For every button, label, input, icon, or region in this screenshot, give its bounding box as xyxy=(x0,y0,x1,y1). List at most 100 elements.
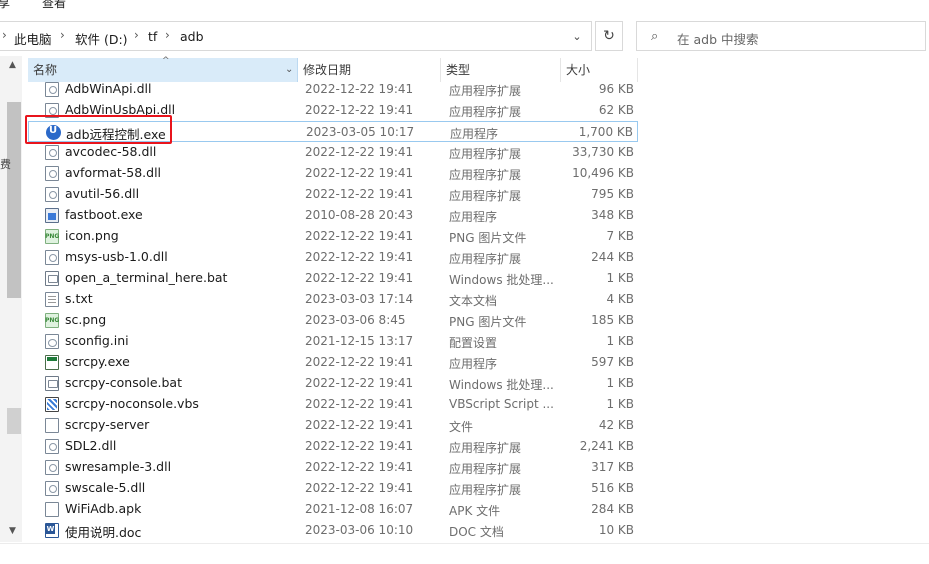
breadcrumb-separator[interactable]: › xyxy=(134,28,139,42)
file-row[interactable]: scrcpy-noconsole.vbs 2022-12-22 19:41 VBSc… xyxy=(28,394,638,415)
refresh-button[interactable]: ↻ xyxy=(595,21,623,51)
address-box[interactable]: › 此电脑 › 软件 (D:) › tf › adb ⌄ xyxy=(0,21,592,51)
file-name[interactable]: msys-usb-1.0.dll xyxy=(65,249,168,264)
file-size: 96 KB xyxy=(598,82,634,96)
file-row[interactable]: avcodec-58.dll 2022-12-22 19:41 应用程序扩展 33,7… xyxy=(28,142,638,163)
file-row[interactable]: scrcpy-server 2022-12-22 19:41 文件 42 KB xyxy=(28,415,638,436)
file-row[interactable]: swscale-5.dll 2022-12-22 19:41 应用程序扩展 516 K… xyxy=(28,478,638,499)
menu-item-view[interactable]: 查看 xyxy=(42,0,66,11)
search-placeholder: 在 adb 中搜索 xyxy=(677,32,759,47)
file-name[interactable]: fastboot.exe xyxy=(65,207,143,222)
column-header-type-label: 类型 xyxy=(446,63,471,77)
file-name[interactable]: scrcpy-console.bat xyxy=(65,375,182,390)
file-row[interactable]: s.txt 2023-03-03 17:14 文本文档 4 KB xyxy=(28,289,638,310)
file-name[interactable]: scrcpy-server xyxy=(65,417,149,432)
file-row[interactable]: open_a_terminal_here.bat 2022-12-22 19:41… xyxy=(28,268,638,289)
file-size: 10 KB xyxy=(598,523,634,537)
file-name[interactable]: scrcpy-noconsole.vbs xyxy=(65,396,199,411)
file-row[interactable]: fastboot.exe 2010-08-28 20:43 应用程序 348 KB xyxy=(28,205,638,226)
file-type: 应用程序扩展 xyxy=(449,189,522,203)
file-date: 2021-12-08 16:07 xyxy=(305,502,414,516)
file-name[interactable]: icon.png xyxy=(65,228,119,243)
file-date: 2022-12-22 19:41 xyxy=(305,229,414,243)
file-name[interactable]: SDL2.dll xyxy=(65,438,116,453)
scroll-up-icon[interactable]: ▲ xyxy=(9,60,16,70)
file-row[interactable]: sconfig.ini 2021-12-15 13:17 配置设置 1 KB xyxy=(28,331,638,352)
file-size: 1 KB xyxy=(606,376,634,390)
file-date: 2022-12-22 19:41 xyxy=(305,376,414,390)
file-row[interactable]: avformat-58.dll 2022-12-22 19:41 应用程序扩展 10,… xyxy=(28,163,638,184)
file-type: Windows 批处理... xyxy=(449,378,554,392)
nav-item-partial[interactable] xyxy=(7,408,21,434)
breadcrumb-separator[interactable]: › xyxy=(60,28,65,42)
file-name[interactable]: 使用说明.doc xyxy=(65,522,141,541)
file-size: 185 KB xyxy=(591,313,634,327)
dll-file-icon xyxy=(45,250,59,265)
file-name[interactable]: avcodec-58.dll xyxy=(65,144,156,159)
file-type: APK 文件 xyxy=(449,504,501,518)
file-row[interactable]: icon.png 2022-12-22 19:41 PNG 图片文件 7 KB xyxy=(28,226,638,247)
file-row[interactable]: AdbWinApi.dll 2022-12-22 19:41 应用程序扩展 96 KB xyxy=(28,79,638,100)
file-name[interactable]: avutil-56.dll xyxy=(65,186,139,201)
file-size: 284 KB xyxy=(591,502,634,516)
file-name[interactable]: swresample-3.dll xyxy=(65,459,171,474)
file-type: 应用程序扩展 xyxy=(449,483,522,497)
breadcrumb-separator[interactable]: › xyxy=(165,28,170,42)
chevron-down-icon[interactable]: ⌄ xyxy=(568,28,586,46)
file-row[interactable]: sc.png 2023-03-06 8:45 PNG 图片文件 185 KB xyxy=(28,310,638,331)
file-name[interactable]: AdbWinApi.dll xyxy=(65,81,152,96)
file-row[interactable]: msys-usb-1.0.dll 2022-12-22 19:41 应用程序扩展 24… xyxy=(28,247,638,268)
file-date: 2022-12-22 19:41 xyxy=(305,439,414,453)
column-header-date-label: 修改日期 xyxy=(303,63,352,77)
apk-file-icon xyxy=(45,502,59,517)
file-type: DOC 文档 xyxy=(449,525,504,539)
file-name[interactable]: scrcpy.exe xyxy=(65,354,130,369)
file-name[interactable]: sconfig.ini xyxy=(65,333,129,348)
file-size: 7 KB xyxy=(606,229,634,243)
menu-item-share[interactable]: 享 xyxy=(0,0,10,11)
breadcrumb-tf[interactable]: tf xyxy=(148,29,157,44)
file-type: 应用程序扩展 xyxy=(449,168,522,182)
ini-file-icon xyxy=(45,334,59,349)
bat-file-icon xyxy=(45,376,59,391)
file-row[interactable]: avutil-56.dll 2022-12-22 19:41 应用程序扩展 795 K… xyxy=(28,184,638,205)
file-name[interactable]: WiFiAdb.apk xyxy=(65,501,141,516)
exe-file-icon xyxy=(45,208,59,223)
file-type: 应用程序扩展 xyxy=(449,147,522,161)
file-name[interactable]: sc.png xyxy=(65,312,106,327)
refresh-icon: ↻ xyxy=(603,28,615,44)
breadcrumb-this-pc[interactable]: 此电脑 xyxy=(14,29,52,48)
file-type: 应用程序扩展 xyxy=(449,105,522,119)
file-row[interactable]: scrcpy-console.bat 2022-12-22 19:41 Window… xyxy=(28,373,638,394)
file-type: 应用程序 xyxy=(449,210,498,224)
file-date: 2022-12-22 19:41 xyxy=(305,187,414,201)
dll-file-icon xyxy=(45,481,59,496)
file-row[interactable]: WiFiAdb.apk 2021-12-08 16:07 APK 文件 284 KB xyxy=(28,499,638,520)
scrollbar-thumb[interactable] xyxy=(7,102,21,298)
scroll-down-icon[interactable]: ▼ xyxy=(9,526,16,536)
file-date: 2023-03-06 8:45 xyxy=(305,313,406,327)
file-name[interactable]: swscale-5.dll xyxy=(65,480,145,495)
file-row[interactable]: scrcpy.exe 2022-12-22 19:41 应用程序 597 KB xyxy=(28,352,638,373)
doc-file-icon xyxy=(45,523,59,538)
file-row[interactable]: swresample-3.dll 2022-12-22 19:41 应用程序扩展 31… xyxy=(28,457,638,478)
file-type: 应用程序 xyxy=(450,127,499,141)
file-name[interactable]: s.txt xyxy=(65,291,93,306)
file-date: 2021-12-15 13:17 xyxy=(305,334,414,348)
file-name[interactable]: avformat-58.dll xyxy=(65,165,161,180)
file-size: 516 KB xyxy=(591,481,634,495)
navigation-pane: ▲ 费 ▼ xyxy=(0,56,22,542)
sort-up-icon: ^ xyxy=(162,56,170,66)
file-row[interactable]: 使用说明.doc 2023-03-06 10:10 DOC 文档 10 KB xyxy=(28,520,638,541)
file-date: 2022-12-22 19:41 xyxy=(305,481,414,495)
search-input[interactable]: ⌕ 在 adb 中搜索 xyxy=(636,21,926,51)
file-name[interactable]: open_a_terminal_here.bat xyxy=(65,270,227,285)
breadcrumb-adb[interactable]: adb xyxy=(180,29,204,44)
file-size: 62 KB xyxy=(598,103,634,117)
file-date: 2022-12-22 19:41 xyxy=(305,82,414,96)
breadcrumb-drive-d[interactable]: 软件 (D:) xyxy=(75,29,128,48)
file-row[interactable]: SDL2.dll 2022-12-22 19:41 应用程序扩展 2,241 KB xyxy=(28,436,638,457)
dll-file-icon xyxy=(45,82,59,97)
png-file-icon xyxy=(45,313,59,328)
file-date: 2022-12-22 19:41 xyxy=(305,166,414,180)
